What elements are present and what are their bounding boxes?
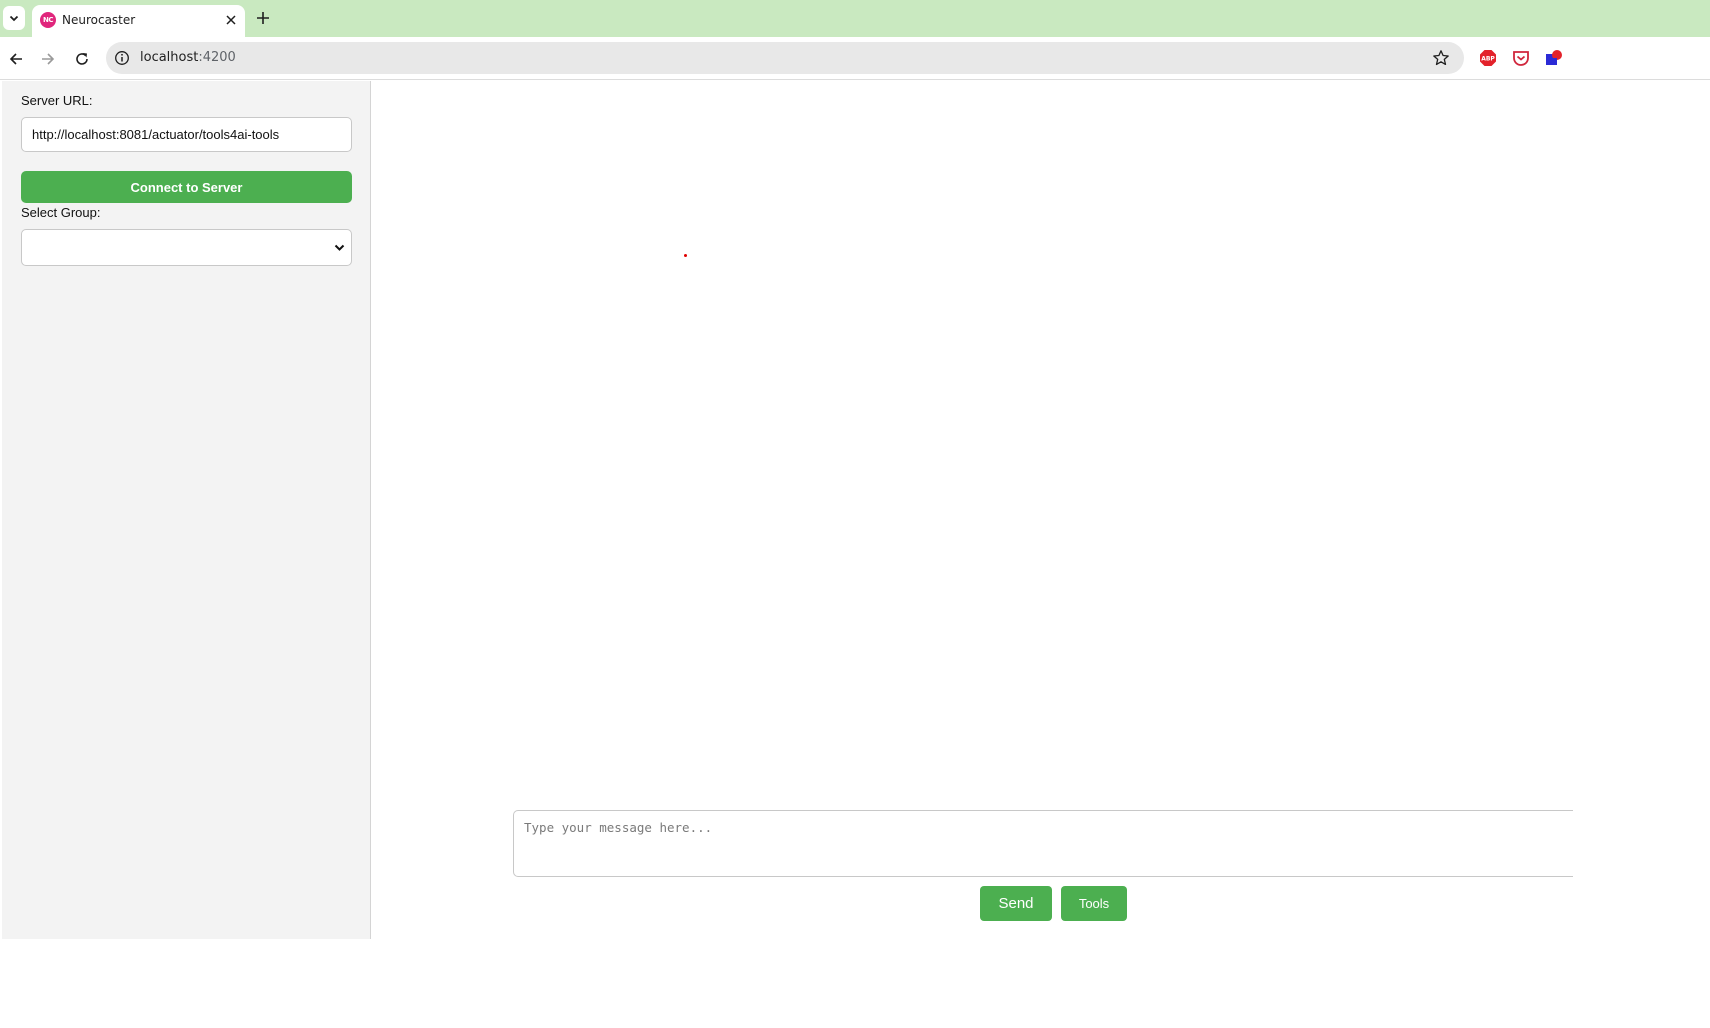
browser-toolbar: localhost:4200 ABP (0, 37, 1710, 80)
address-port: :4200 (198, 50, 236, 65)
browser-tabstrip: NC Neurocaster (0, 0, 1710, 37)
chevron-down-icon (9, 15, 19, 22)
tools-button[interactable]: Tools (1061, 886, 1127, 921)
adblock-plus-icon[interactable]: ABP (1479, 49, 1497, 67)
address-host: localhost (140, 50, 199, 65)
send-button[interactable]: Send (980, 886, 1052, 921)
select-group-label: Select Group: (21, 205, 101, 220)
connect-to-server-button[interactable]: Connect to Server (21, 171, 352, 203)
arrow-left-icon (9, 53, 22, 65)
cursor-dot (684, 254, 687, 257)
browser-tab[interactable]: NC Neurocaster (32, 5, 245, 37)
message-input[interactable] (513, 810, 1573, 877)
address-bar[interactable]: localhost:4200 (106, 42, 1464, 74)
new-tab-button[interactable] (253, 8, 273, 28)
chevron-down-icon (334, 244, 345, 251)
tab-title: Neurocaster (62, 13, 136, 27)
pocket-icon[interactable] (1512, 49, 1530, 67)
plus-icon (257, 12, 269, 24)
reload-button[interactable] (70, 47, 94, 71)
group-select[interactable] (21, 229, 352, 266)
back-button[interactable] (4, 47, 28, 71)
tab-close-button[interactable] (222, 11, 240, 29)
tab-search-button[interactable] (3, 6, 25, 30)
chat-panel: Send Tools (372, 81, 1710, 939)
server-url-label: Server URL: (21, 93, 93, 108)
close-icon (226, 15, 236, 25)
svg-text:ABP: ABP (1481, 56, 1495, 63)
extension-icon[interactable] (1545, 49, 1563, 67)
server-url-input[interactable] (21, 117, 352, 152)
arrow-right-icon (42, 53, 55, 65)
address-text: localhost:4200 (140, 50, 236, 65)
neurocaster-favicon-icon: NC (40, 12, 56, 28)
reload-icon (76, 53, 88, 65)
info-icon[interactable] (114, 50, 130, 66)
sidebar: Server URL: Connect to Server Select Gro… (2, 81, 371, 939)
forward-button[interactable] (36, 47, 60, 71)
bookmark-star-icon[interactable] (1432, 49, 1450, 67)
